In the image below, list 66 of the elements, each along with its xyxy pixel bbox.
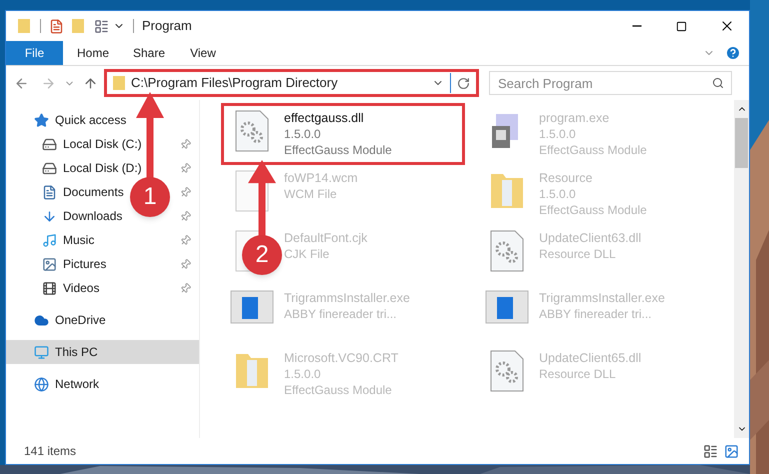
- installer-icon: [485, 290, 529, 324]
- forward-icon[interactable]: [41, 76, 56, 90]
- address-bar[interactable]: C:\Program Files\Program Directory: [104, 69, 479, 97]
- cloud-icon: [34, 312, 49, 328]
- sidebar-item[interactable]: Documents: [63, 183, 124, 201]
- network-icon: [34, 376, 49, 392]
- view-options-icon[interactable]: [94, 18, 109, 34]
- file-detail: EffectGauss Module: [284, 142, 392, 158]
- sidebar-item[interactable]: Local Disk (C:): [63, 135, 142, 153]
- download-icon: [42, 208, 57, 224]
- gear-file-icon: [490, 350, 524, 392]
- monitor-icon: [34, 344, 49, 360]
- file-detail: 1.5.0.0: [284, 126, 322, 142]
- refresh-icon[interactable]: [457, 76, 470, 90]
- file-detail: ABBY finereader tri...: [539, 306, 652, 322]
- sidebar-item[interactable]: This PC: [55, 343, 98, 361]
- gear-file-icon: [490, 230, 524, 272]
- file-detail: 1.5.0.0: [539, 126, 577, 142]
- sidebar-item[interactable]: Pictures: [63, 255, 106, 273]
- scrollbar[interactable]: [734, 100, 749, 438]
- file-detail: 1.5.0.0: [539, 186, 577, 202]
- film-icon: [42, 280, 57, 296]
- file-detail: WCM File: [284, 186, 338, 202]
- drive-icon: [42, 136, 57, 152]
- item-count: 141 items: [24, 443, 76, 460]
- file-detail: CJK File: [284, 246, 330, 262]
- search-icon: [712, 77, 724, 89]
- file-detail: Resource DLL: [539, 366, 617, 382]
- music-note-icon: [42, 232, 57, 248]
- file-detail: EffectGauss Module: [539, 142, 647, 158]
- document-icon: [42, 184, 57, 200]
- sidebar-item[interactable]: Quick access: [55, 111, 126, 129]
- help-icon[interactable]: [725, 45, 741, 61]
- window-title: Program: [142, 17, 192, 36]
- sidebar-item[interactable]: OneDrive: [55, 311, 106, 329]
- sidebar-item[interactable]: Downloads: [63, 207, 122, 225]
- folder-icon: [113, 76, 125, 90]
- maximize-icon: [676, 20, 687, 32]
- back-icon[interactable]: [14, 76, 29, 90]
- file-detail: 1.5.0.0: [284, 366, 322, 382]
- sidebar-item[interactable]: Music: [63, 231, 94, 249]
- sidebar-item[interactable]: Network: [55, 375, 100, 393]
- gear-file-icon: [235, 110, 269, 152]
- new-folder-icon[interactable]: [72, 19, 86, 33]
- star-icon: [34, 112, 49, 128]
- scrollbar-thumb[interactable]: [735, 118, 748, 168]
- file-detail: EffectGauss Module: [284, 382, 393, 398]
- picture-icon: [42, 256, 57, 272]
- up-icon[interactable]: [83, 76, 98, 90]
- folder-icon[interactable]: [18, 19, 32, 33]
- ribbon-tab[interactable]: Share: [119, 41, 175, 65]
- ribbon-tab[interactable]: View: [175, 41, 231, 65]
- ribbon-tab[interactable]: File: [6, 41, 63, 65]
- sidebar-item[interactable]: Videos: [63, 279, 100, 297]
- installer-icon: [230, 290, 274, 324]
- file-name[interactable]: effectgauss.dll: [284, 110, 392, 126]
- details-view-icon[interactable]: [703, 444, 718, 458]
- file-detail: ABBY finereader tri...: [284, 306, 398, 322]
- search-field[interactable]: Search Program: [489, 71, 732, 95]
- large-icons-view-icon[interactable]: [724, 444, 739, 458]
- sidebar-item[interactable]: Local Disk (D:): [63, 159, 142, 177]
- ribbon-tab[interactable]: Home: [63, 41, 119, 65]
- file-detail: Resource DLL: [539, 246, 617, 262]
- drive-icon: [42, 160, 57, 176]
- file-detail: EffectGauss Module: [539, 202, 647, 218]
- properties-icon[interactable]: [49, 18, 64, 34]
